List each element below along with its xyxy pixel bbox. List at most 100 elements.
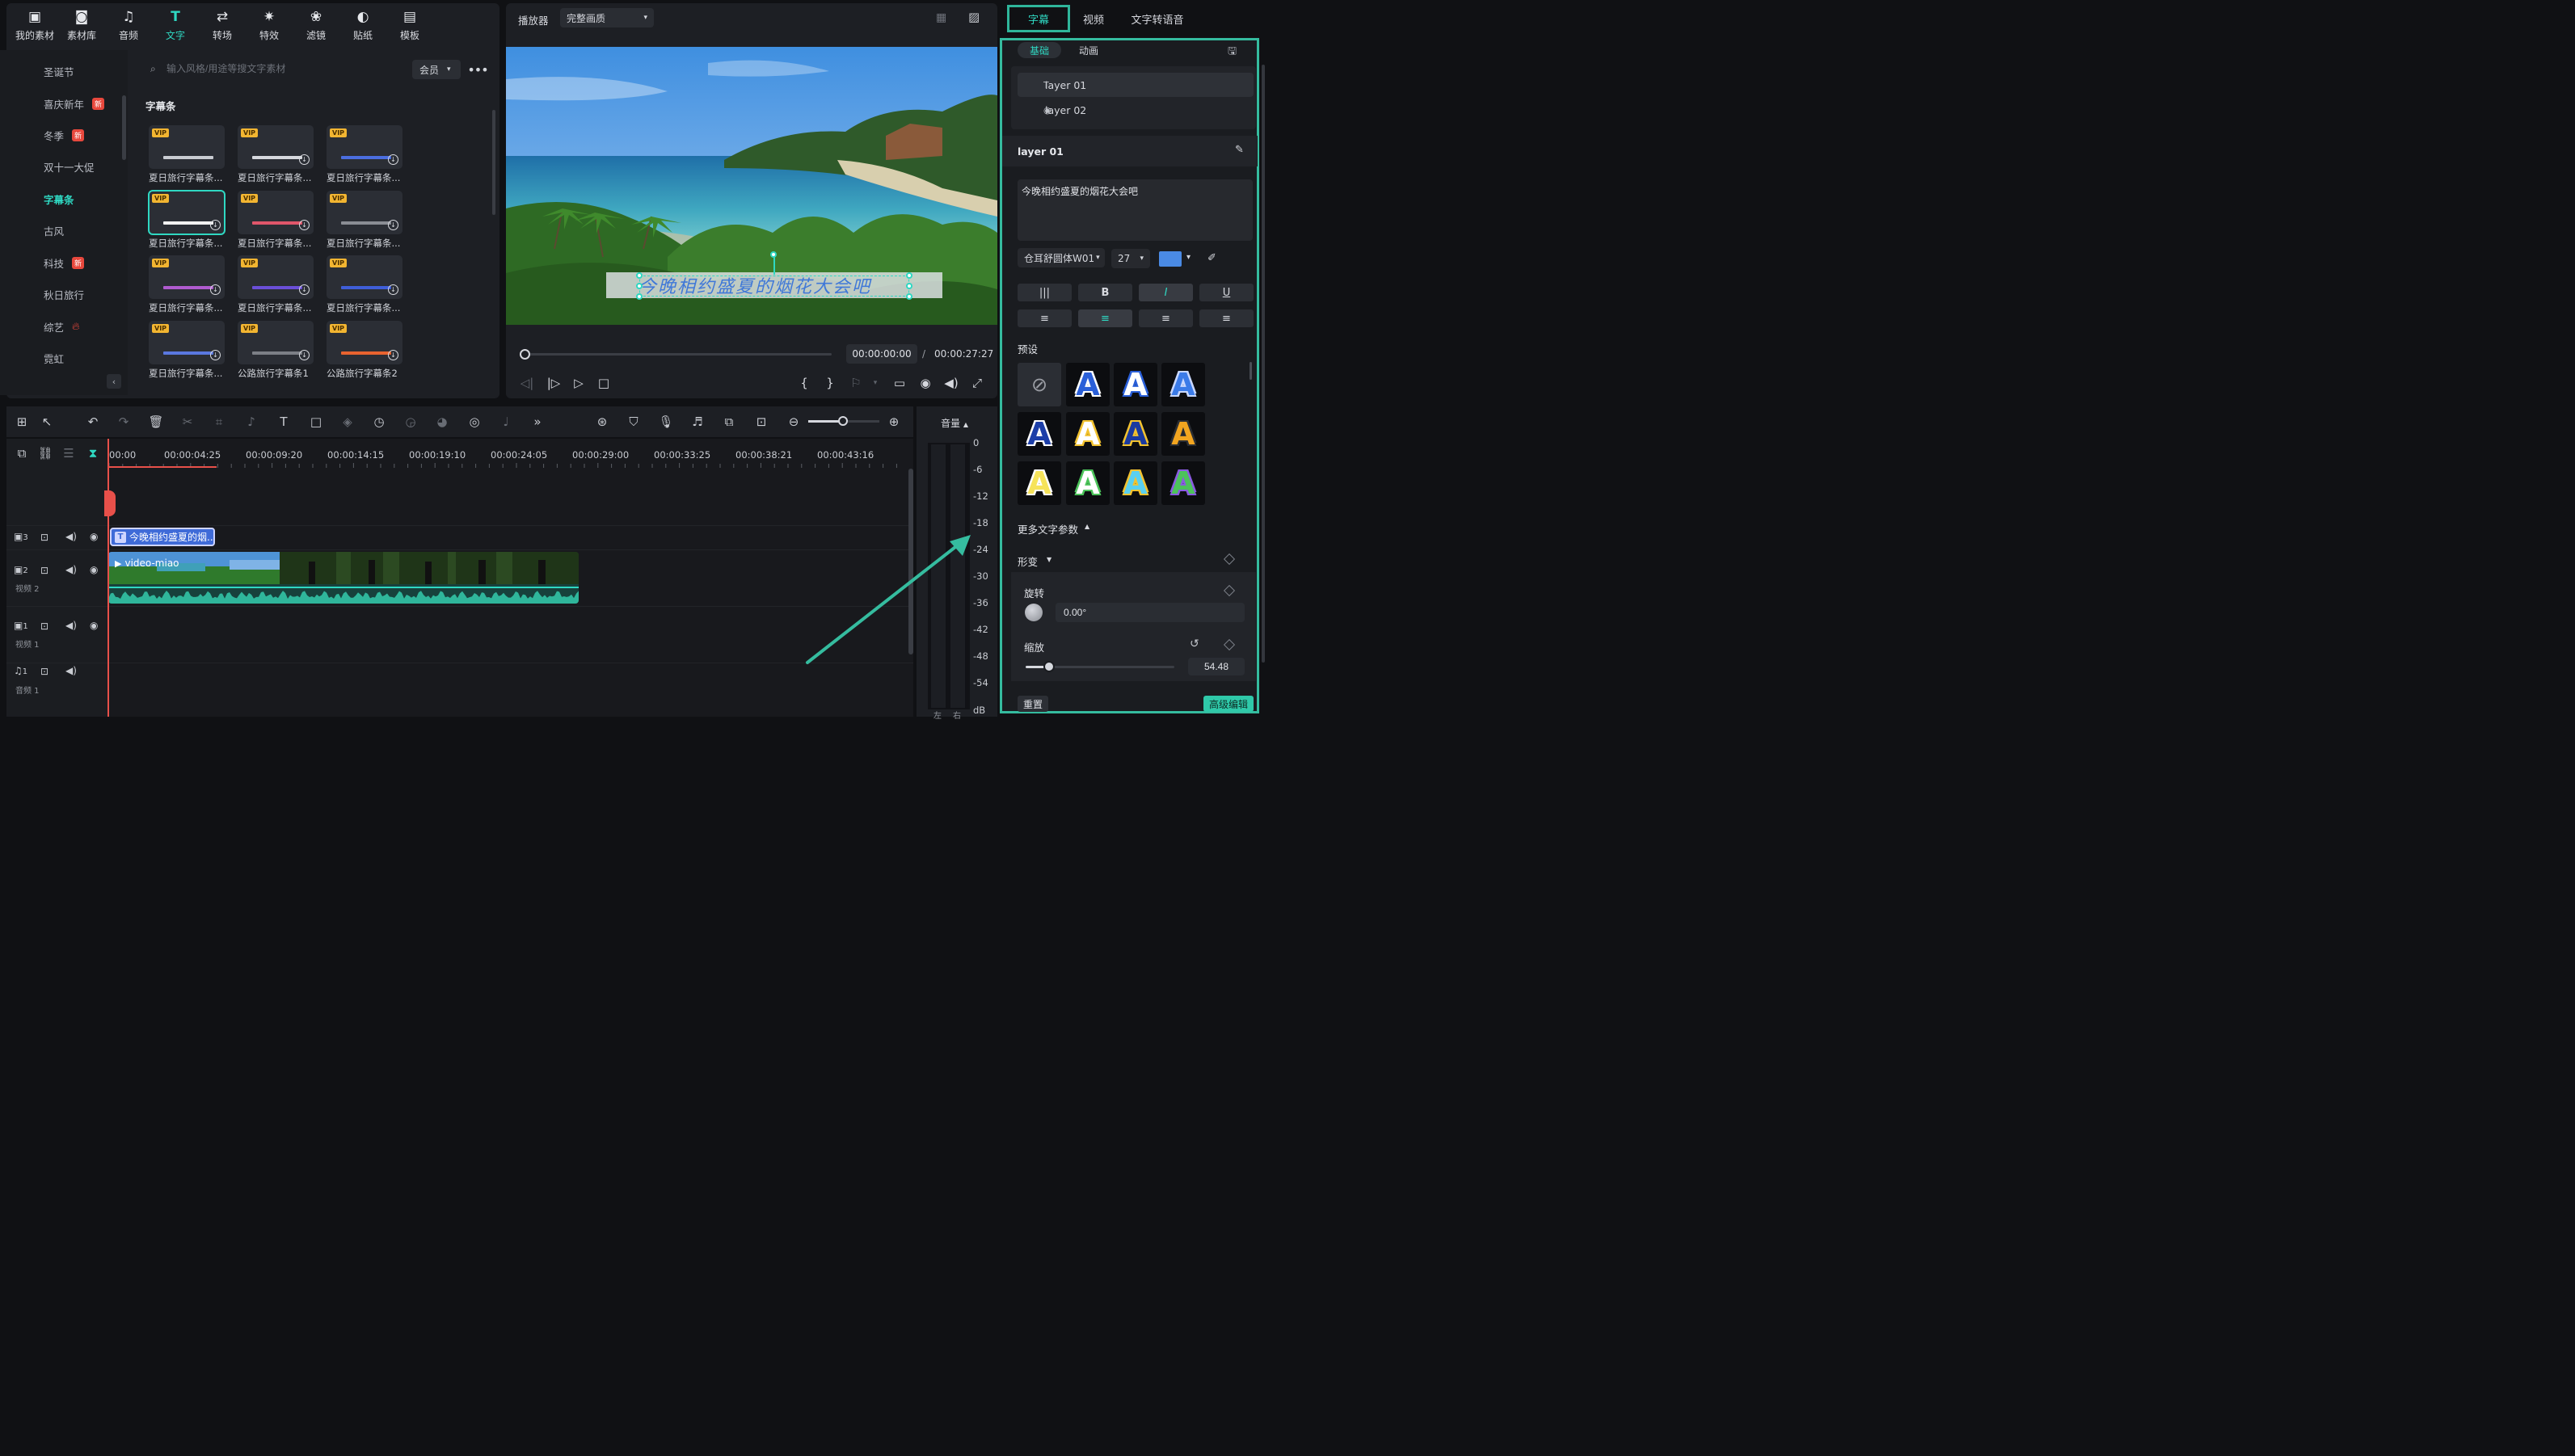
resize-handle-tl[interactable] (636, 272, 643, 279)
asset-card[interactable]: VIP ↓ 夏日旅行字幕条... (238, 191, 314, 250)
snap-icon[interactable]: ⧗ (84, 444, 102, 462)
transform-section-toggle[interactable]: 形变 (1018, 553, 1038, 569)
text-preset[interactable]: A (1114, 461, 1157, 505)
category-scrollbar[interactable] (122, 95, 126, 160)
audio-mix-icon[interactable]: ♩ (497, 413, 515, 431)
char-spacing-button[interactable]: ||| (1018, 284, 1072, 301)
category-christmas[interactable]: 圣诞节 (44, 63, 74, 79)
lock-icon[interactable]: ⊡ (40, 666, 48, 677)
audio-waveform[interactable] (108, 584, 579, 604)
eye-icon[interactable]: ◉ (90, 620, 98, 631)
redo-icon[interactable]: ↷ (115, 413, 133, 431)
member-filter-select[interactable]: 会员 ▾ (412, 60, 461, 79)
render-icon[interactable]: ⊛ (593, 413, 611, 431)
asset-card[interactable]: VIP ↓ 夏日旅行字幕条... (238, 125, 314, 184)
subtab-basic[interactable]: 基础 (1018, 42, 1061, 58)
category-variety[interactable]: 综艺 🔥︎ (44, 318, 80, 335)
tab-effects[interactable]: ✷ 特效 (246, 0, 293, 50)
volume-meter-title[interactable]: 音量 ▲ (941, 416, 968, 430)
snapshot-icon[interactable]: ◉ (917, 374, 934, 392)
lock-icon[interactable]: ⊡ (40, 565, 48, 576)
category-ancient[interactable]: 古风 (44, 222, 64, 238)
tab-my-media[interactable]: ▣ 我的素材 (11, 0, 58, 50)
font-size-select[interactable]: 27 ▾ (1111, 249, 1150, 268)
fullscreen-icon[interactable]: ⤢ (968, 374, 986, 392)
zoom-slider-handle[interactable] (838, 416, 848, 426)
category-winter[interactable]: 冬季新 (44, 127, 85, 143)
resize-handle-r[interactable] (906, 283, 912, 289)
underline-button[interactable]: U (1199, 284, 1254, 301)
tab-templates[interactable]: ▤ 模板 (386, 0, 433, 50)
tab-audio[interactable]: ♫ 音频 (105, 0, 152, 50)
volume-icon[interactable]: ◀) (65, 620, 77, 631)
music-list-icon[interactable]: ♬ (689, 413, 706, 431)
audio-edit-icon[interactable]: ♪ (242, 413, 260, 431)
mark-in-icon[interactable]: { (795, 374, 813, 392)
image-icon[interactable]: ▨ (968, 10, 980, 24)
save-icon[interactable]: 🖫︎ (1228, 44, 1237, 61)
delete-icon[interactable]: 🗑︎ (147, 413, 165, 431)
mark-out-icon[interactable]: } (821, 374, 839, 392)
align-center-button[interactable]: ≡ (1078, 309, 1132, 327)
tab-video[interactable]: 视频 (1075, 5, 1112, 32)
text-color-swatch[interactable] (1159, 251, 1182, 267)
caret-down-icon[interactable]: ▼ (1047, 556, 1051, 563)
marker-icon[interactable]: ⚐ (847, 374, 865, 392)
eyedropper-icon[interactable]: ✐ (1207, 252, 1216, 264)
asset-scrollbar[interactable] (492, 110, 495, 215)
tab-text-to-speech[interactable]: 文字转语音 (1127, 5, 1188, 32)
download-icon[interactable]: ↓ (210, 220, 221, 230)
duration-icon[interactable]: ◶ (402, 413, 419, 431)
resize-handle-br[interactable] (906, 293, 912, 300)
tab-text[interactable]: T 文字 (152, 0, 199, 50)
playhead[interactable] (107, 439, 109, 717)
layer-item[interactable]: ◉ layer 02 (1018, 98, 1254, 122)
asset-card[interactable]: VIP ↓ 夏日旅行字幕条... (327, 255, 402, 314)
category-double-eleven[interactable]: 双十一大促 (44, 158, 95, 175)
prev-frame-icon[interactable]: ◁| (518, 374, 536, 392)
caret-up-icon[interactable]: ▲ (1085, 523, 1089, 530)
group-icon[interactable]: ☰ (60, 444, 78, 462)
step-forward-icon[interactable]: |▷ (545, 374, 563, 392)
asset-card[interactable]: VIP 夏日旅行字幕条... (149, 125, 225, 184)
ai-tool-icon[interactable]: ◎ (466, 413, 483, 431)
zoom-in-icon[interactable]: ⊕ (885, 413, 903, 431)
download-icon[interactable]: ↓ (388, 284, 398, 295)
asset-card[interactable]: VIP ↓ 夏日旅行字幕条... (149, 255, 225, 314)
resize-handle-l[interactable] (636, 283, 643, 289)
text-preset[interactable]: A (1066, 461, 1110, 505)
volume-icon[interactable]: ◀) (65, 564, 77, 575)
zoom-out-icon[interactable]: ⊖ (785, 413, 803, 431)
asset-card[interactable]: VIP ↓ 夏日旅行字幕条... (238, 255, 314, 314)
link-icon[interactable]: ⛓ (36, 444, 54, 462)
tab-stock[interactable]: ◙ 素材库 (58, 0, 105, 50)
reset-icon[interactable]: ↺ (1190, 638, 1199, 650)
rotate-handle[interactable] (770, 251, 777, 258)
download-icon[interactable]: ↓ (299, 154, 310, 165)
ai-edit-icon[interactable]: ✎ (1235, 144, 1244, 156)
mask-icon[interactable]: ◈ (339, 413, 356, 431)
split-icon[interactable]: ✂ (179, 413, 196, 431)
preset-none[interactable]: ⊘ (1018, 363, 1061, 406)
category-neon[interactable]: 霓虹 (44, 350, 64, 366)
tab-filters[interactable]: ❀ 滤镜 (293, 0, 339, 50)
download-icon[interactable]: ↓ (210, 284, 221, 295)
text-preset[interactable]: A (1018, 412, 1061, 456)
color-icon[interactable]: ◕ (433, 413, 451, 431)
layer-item[interactable]: Tlayer 01 (1018, 73, 1254, 97)
tab-transition[interactable]: ⇄ 转场 (199, 0, 246, 50)
shape-icon[interactable]: □ (307, 413, 325, 431)
category-autumn-travel[interactable]: 秋日旅行 (44, 286, 84, 302)
text-preset[interactable]: A (1161, 461, 1205, 505)
subtitle-text-input[interactable]: 今晚相约盛夏的烟花大会吧 (1018, 179, 1253, 241)
eye-icon[interactable]: ◉ (90, 531, 98, 542)
fit-icon[interactable]: ⊡ (752, 413, 770, 431)
volume-icon[interactable]: ◀) (942, 374, 960, 392)
more-text-params-toggle[interactable]: 更多文字参数 (1018, 521, 1078, 537)
crop-icon[interactable]: ⌗ (210, 413, 228, 431)
italic-button[interactable]: I (1139, 284, 1193, 301)
text-preset[interactable]: A (1066, 363, 1110, 406)
advanced-edit-button[interactable]: 高级编辑 (1203, 696, 1254, 712)
text-preset[interactable]: A (1161, 412, 1205, 456)
display-icon[interactable]: ▭ (891, 374, 908, 392)
